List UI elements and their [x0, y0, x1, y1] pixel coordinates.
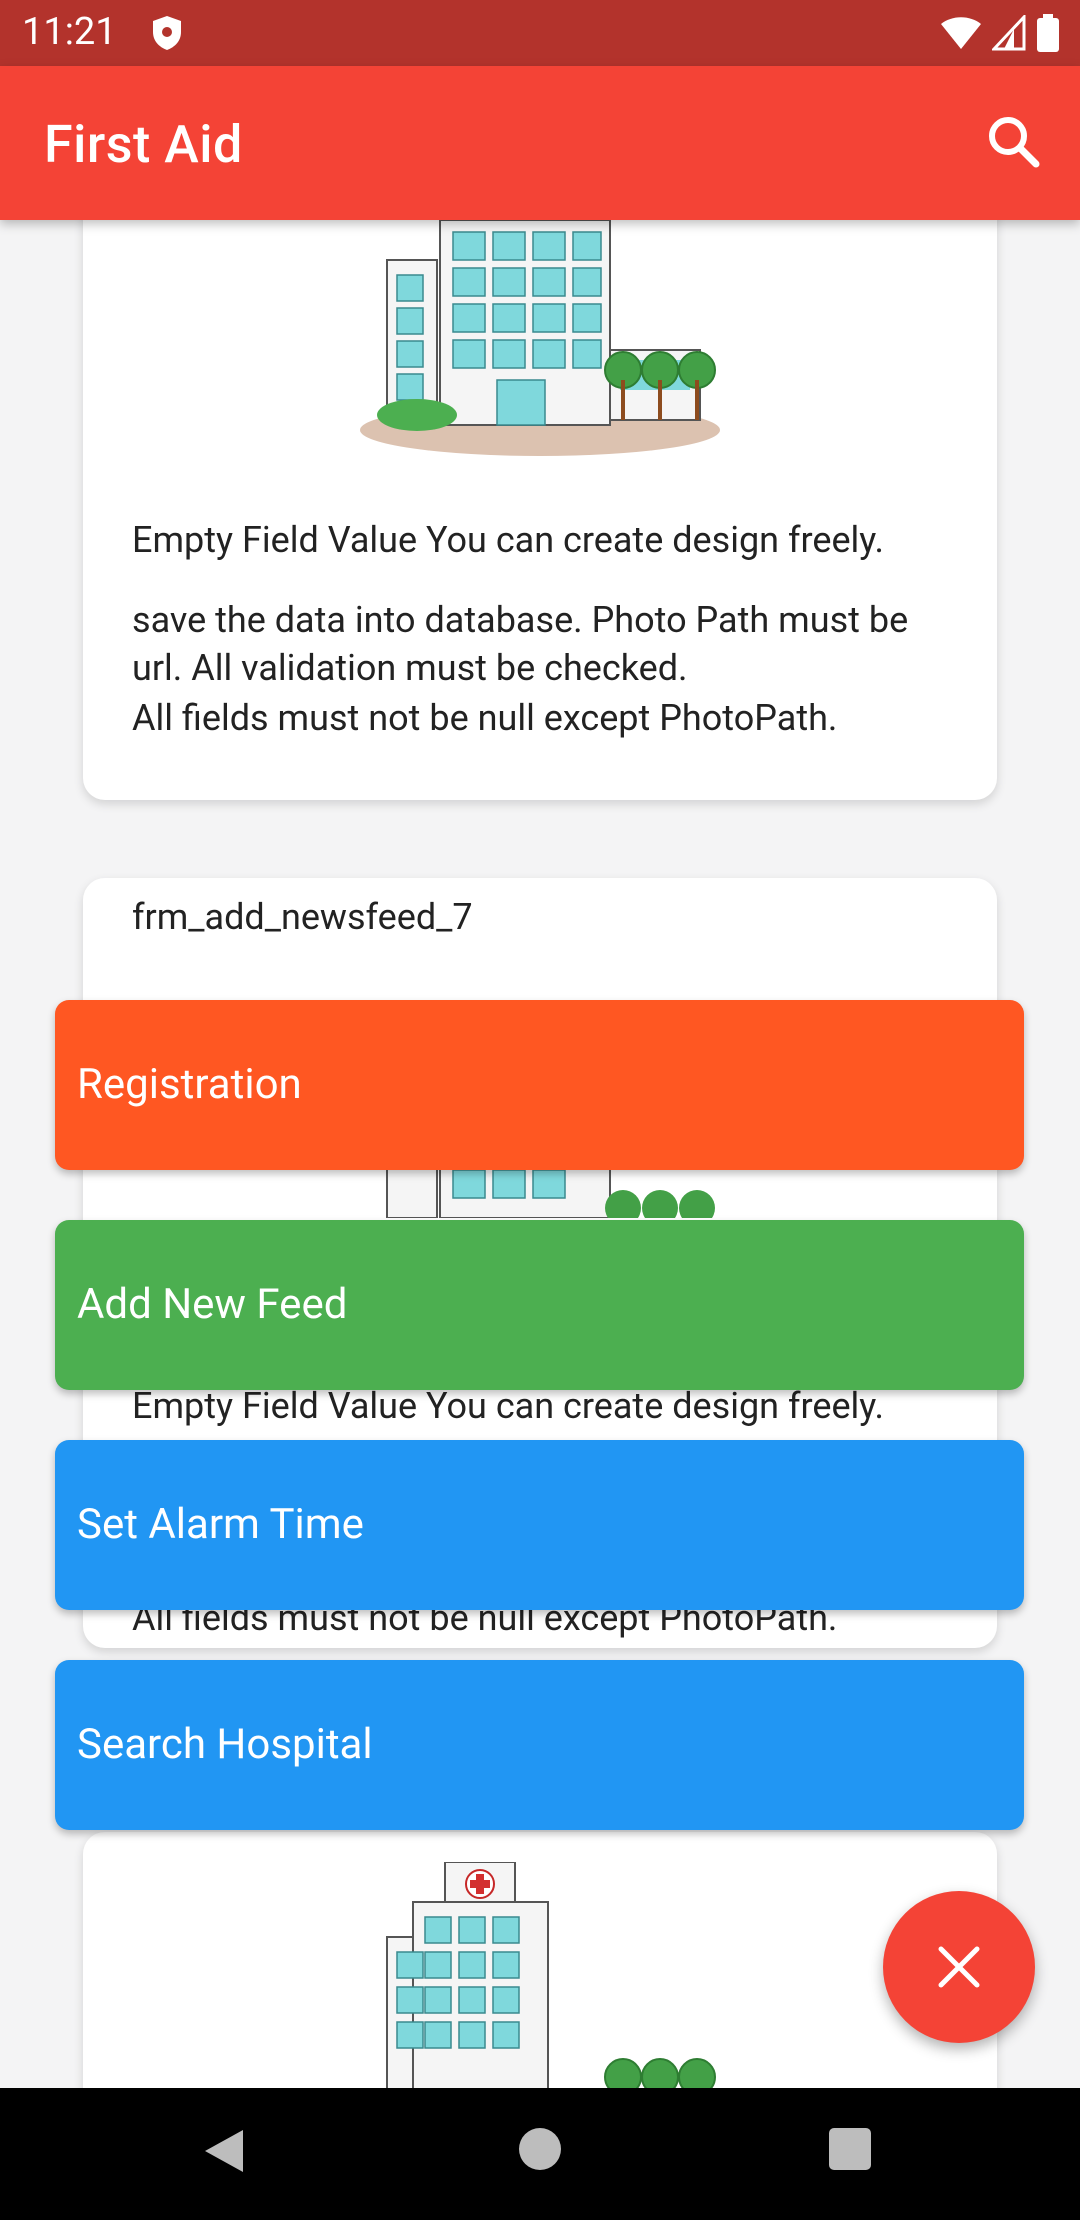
add-new-feed-label: Add New Feed [77, 1280, 348, 1329]
card-title: frm_add_newsfeed_7 [132, 896, 473, 938]
recents-icon[interactable] [829, 2128, 871, 2170]
search-icon [989, 117, 1040, 168]
wifi-icon [941, 17, 981, 49]
card-body-note: All fields must not be null except Photo… [132, 697, 838, 739]
add-new-feed-button[interactable]: Add New Feed [55, 1220, 1024, 1390]
status-icons [940, 14, 1060, 52]
app-title: First Aid [44, 114, 243, 175]
set-alarm-time-button[interactable]: Set Alarm Time [55, 1440, 1024, 1610]
back-icon[interactable] [203, 2128, 247, 2174]
hospital-image [360, 220, 720, 456]
system-nav-bar [0, 2088, 1080, 2220]
search-hospital-button[interactable]: Search Hospital [55, 1660, 1024, 1830]
feed-card[interactable]: Empty Field Value You can create design … [83, 220, 997, 800]
card-body: save the data into database. Photo Path … [132, 599, 909, 689]
card-text: Empty Field Value You can create design … [132, 519, 884, 561]
registration-button[interactable]: Registration [55, 1000, 1024, 1170]
search-hospital-label: Search Hospital [77, 1720, 373, 1769]
close-fab-button[interactable] [883, 1891, 1035, 2043]
app-bar: First Aid [0, 66, 1080, 220]
set-alarm-time-label: Set Alarm Time [77, 1500, 364, 1549]
close-icon [938, 1946, 980, 1988]
home-icon[interactable] [519, 2128, 561, 2170]
registration-label: Registration [77, 1060, 302, 1109]
status-bar: 11:21 [0, 0, 1080, 66]
signal-icon [992, 15, 1026, 51]
shield-icon [153, 16, 181, 50]
battery-icon [1037, 14, 1059, 52]
search-button[interactable] [982, 110, 1046, 174]
feed-card[interactable] [83, 1832, 997, 2088]
status-time: 11:21 [22, 10, 117, 54]
hospital-image [386, 1862, 716, 2088]
